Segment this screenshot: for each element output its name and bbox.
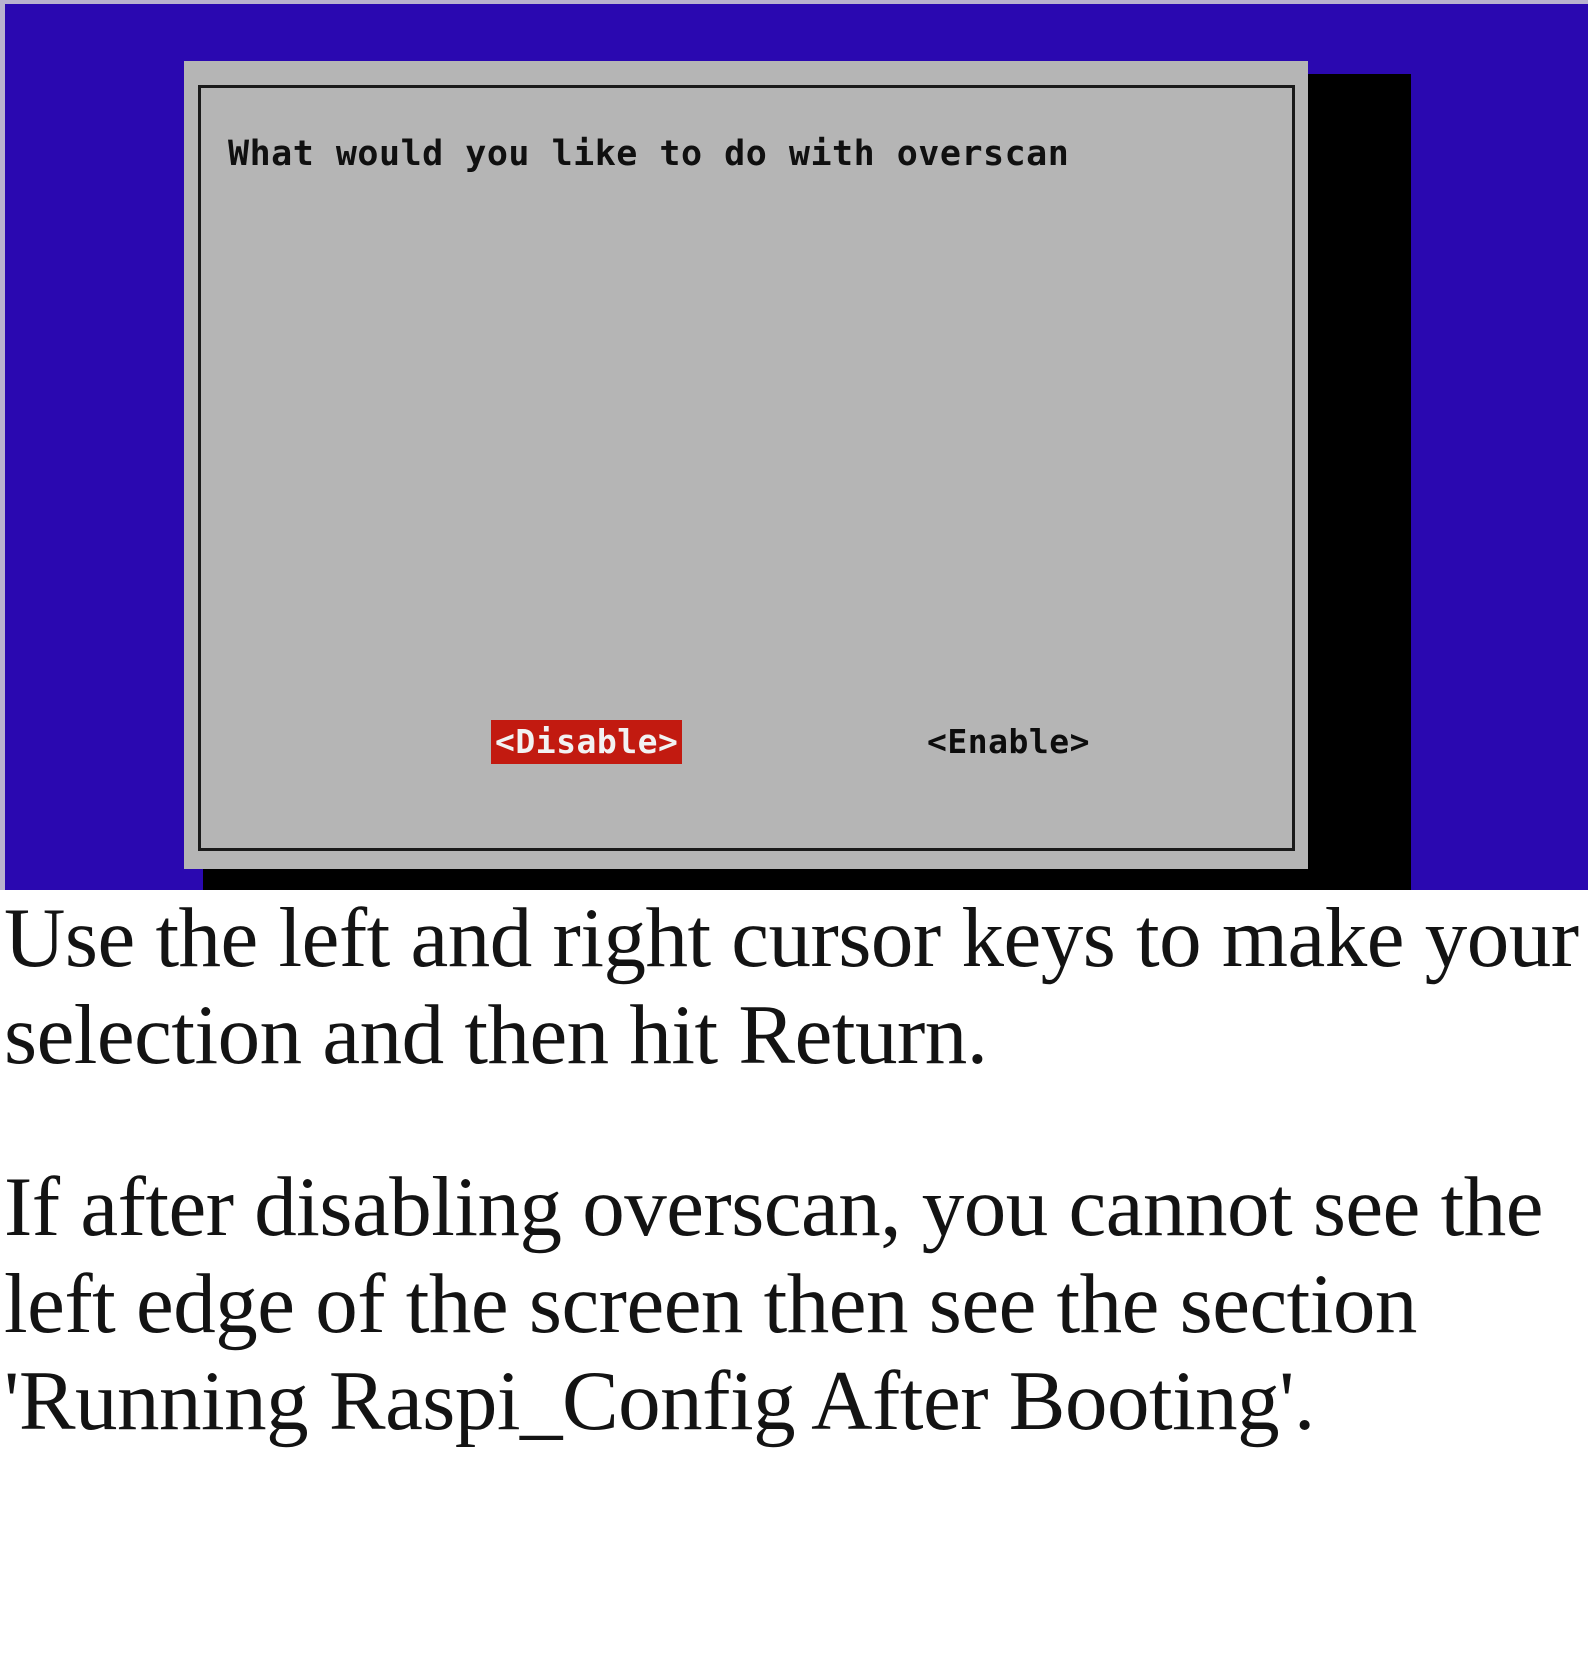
enable-button[interactable]: <Enable> xyxy=(923,720,1094,764)
overscan-dialog: What would you like to do with overscan … xyxy=(184,61,1308,869)
caption-block: Use the left and right cursor keys to ma… xyxy=(0,890,1588,1450)
caption-paragraph-1: Use the left and right cursor keys to ma… xyxy=(4,891,1579,1082)
capture-edge-top xyxy=(0,0,1588,4)
dialog-inner-border: What would you like to do with overscan … xyxy=(198,85,1295,851)
disable-button[interactable]: <Disable> xyxy=(491,720,683,764)
console-screenshot: What would you like to do with overscan … xyxy=(0,0,1588,890)
dialog-body: What would you like to do with overscan … xyxy=(201,88,1292,848)
dialog-title: What would you like to do with overscan xyxy=(228,134,1070,174)
capture-edge-left xyxy=(0,0,5,890)
dialog-button-row: <Disable> <Enable> xyxy=(201,720,1292,776)
caption-paragraph-2: If after disabling overscan, you cannot … xyxy=(4,1160,1543,1448)
